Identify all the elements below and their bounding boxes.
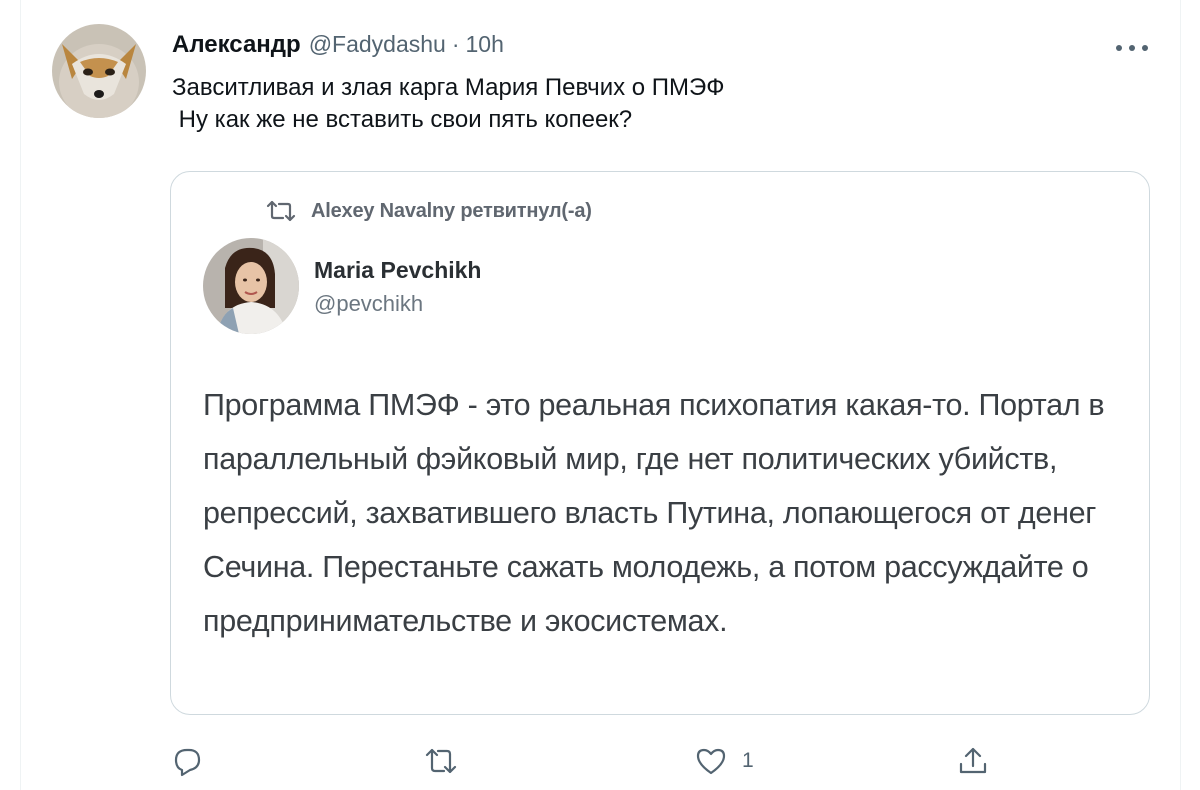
author-display-name[interactable]: Александр [172,31,301,59]
share-button[interactable] [956,743,990,779]
more-dot-icon [1116,45,1122,51]
tweet-action-bar: 1 [0,743,1200,779]
timeline-border-right [1180,0,1181,790]
tweet-text: Завситливая и злая карга Мария Певчих о … [172,74,725,133]
more-dot-icon [1129,45,1135,51]
heart-icon [696,748,726,775]
quoted-author-handle[interactable]: @pevchikh [314,291,423,317]
quoted-author-avatar[interactable] [203,238,299,334]
more-options-button[interactable] [1112,36,1152,60]
quoted-tweet-card[interactable]: Alexey Navalny ретвитнул(-а) Maria Pevch… [170,171,1150,715]
share-icon [959,747,987,774]
tweet-timestamp[interactable]: 10h [466,31,504,58]
like-count: 1 [742,749,754,772]
reply-button[interactable] [170,743,204,779]
reply-icon [174,748,201,777]
retweet-small-icon [266,200,296,222]
quoted-author-name[interactable]: Maria Pevchikh [314,257,481,284]
quoted-tweet-text: Программа ПМЭФ - это реальная психопатия… [203,388,1105,638]
header-separator: · [451,31,460,57]
timeline-border-left [20,0,21,790]
retweet-context-label: Alexey Navalny ретвитнул(-а) [311,199,592,222]
author-avatar[interactable] [52,24,146,118]
more-dot-icon [1142,45,1148,51]
author-handle[interactable]: @Fadydashu [309,31,446,58]
retweet-button[interactable] [424,743,458,779]
like-button[interactable]: 1 [694,743,754,779]
retweet-context: Alexey Navalny ретвитнул(-а) [265,197,592,225]
tweet-header: Александр @Fadydashu · 10h [172,31,504,61]
retweet-icon [425,748,457,774]
